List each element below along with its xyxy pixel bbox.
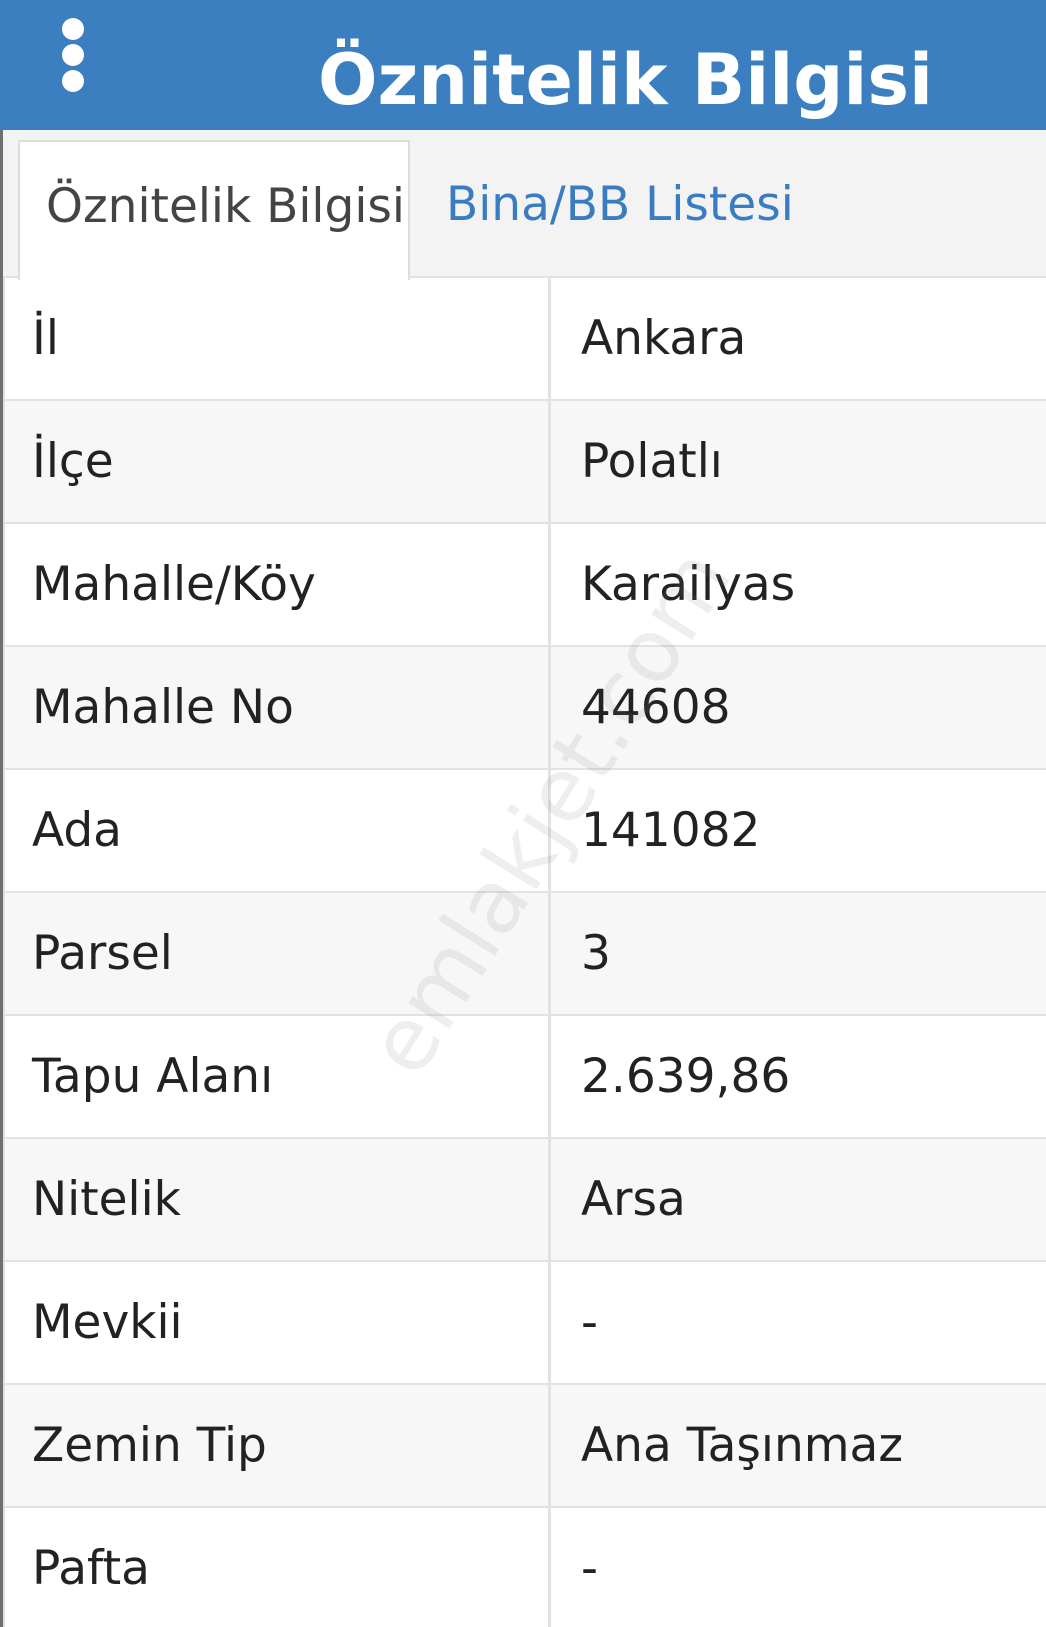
table-row: Mahalle/Köy Karailyas [5,524,1046,647]
attribute-value: 2.639,86 [581,1049,791,1104]
page-title: Öznitelik Bilgisi [318,39,934,121]
attribute-key: Tapu Alanı [5,1016,551,1137]
table-row: İl Ankara [5,278,1046,401]
tab-label: Bina/BB Listesi [446,177,794,232]
attribute-value: Arsa [581,1172,686,1227]
table-row: Pafta - [5,1508,1046,1627]
screen-edge [0,130,3,1627]
table-row: Parsel 3 [5,893,1046,1016]
attribute-value: - [581,1541,598,1596]
attribute-value: Ankara [581,311,747,366]
table-row: Zemin Tip Ana Taşınmaz [5,1385,1046,1508]
tab-building-list[interactable]: Bina/BB Listesi [440,140,840,280]
attribute-value: Karailyas [581,557,796,612]
menu-dot [62,70,84,92]
page: Öznitelik Bilgisi Öznitelik Bilgisi Bina… [0,0,1046,1627]
table-row: İlçe Polatlı [5,401,1046,524]
tab-label: Öznitelik Bilgisi [46,179,405,234]
attribute-key: Mahalle No [5,647,551,768]
attribute-value: 141082 [581,803,761,858]
table-row: Tapu Alanı 2.639,86 [5,1016,1046,1139]
tab-attribute-info[interactable]: Öznitelik Bilgisi [18,140,410,280]
attribute-key: Nitelik [5,1139,551,1260]
attribute-key: Ada [5,770,551,891]
attribute-value: Polatlı [581,434,723,489]
menu-dot [62,44,84,66]
app-header: Öznitelik Bilgisi [0,0,1046,130]
vertical-dots-icon[interactable] [48,14,100,94]
attribute-key: Mevkii [5,1262,551,1383]
table-row: Nitelik Arsa [5,1139,1046,1262]
attribute-value: - [581,1295,598,1350]
table-row: Ada 141082 [5,770,1046,893]
attribute-key: Pafta [5,1508,551,1627]
table-row: Mevkii - [5,1262,1046,1385]
attribute-key: Parsel [5,893,551,1014]
attribute-table: İl Ankara İlçe Polatlı Mahalle/Köy Karai… [3,278,1046,1627]
table-row: Mahalle No 44608 [5,647,1046,770]
attribute-value: Ana Taşınmaz [581,1418,904,1473]
attribute-key: İl [5,278,551,399]
attribute-key: Zemin Tip [5,1385,551,1506]
attribute-key: Mahalle/Köy [5,524,551,645]
attribute-value: 3 [581,926,611,981]
menu-dot [62,18,84,40]
attribute-value: 44608 [581,680,731,735]
attribute-key: İlçe [5,401,551,522]
tab-bar: Öznitelik Bilgisi Bina/BB Listesi [0,130,1046,280]
